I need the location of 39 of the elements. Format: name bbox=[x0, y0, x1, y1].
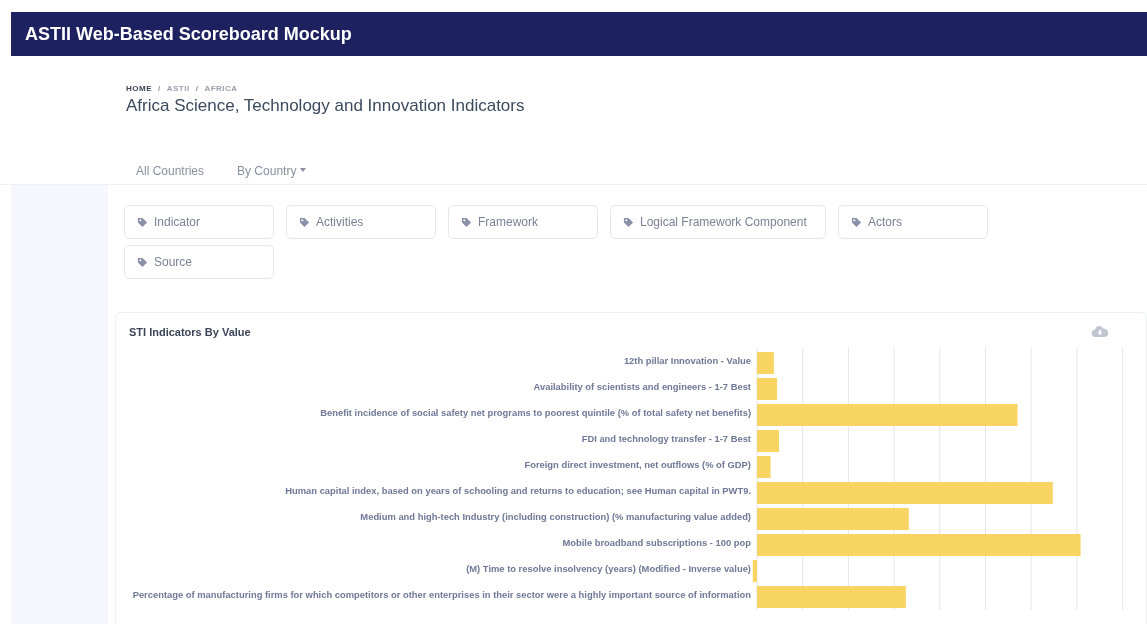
filter-button[interactable]: Activities bbox=[286, 205, 436, 239]
filter-button[interactable]: Framework bbox=[448, 205, 598, 239]
chart-title: STI Indicators By Value bbox=[129, 325, 251, 338]
tag-icon bbox=[137, 256, 148, 268]
filter-button[interactable]: Logical Framework Component bbox=[610, 205, 826, 239]
bar bbox=[757, 430, 779, 452]
app-title: ASTII Web-Based Scoreboard Mockup bbox=[25, 23, 352, 45]
breadcrumb-link[interactable]: ASTII bbox=[166, 84, 190, 93]
breadcrumb-link[interactable]: HOME bbox=[126, 84, 152, 93]
tag-icon bbox=[461, 216, 472, 228]
category-label: Availability of scientists and engineers - 1-7 Best bbox=[533, 381, 751, 392]
breadcrumb-separator: / bbox=[195, 84, 199, 93]
category-label: 12th pillar Innovation - Value bbox=[623, 355, 751, 366]
bar bbox=[752, 560, 757, 582]
page-title: Africa Science, Technology and Innovation Indicators bbox=[126, 96, 526, 116]
category-label: Medium and high-tech Industry (including construction) (% manufacturing value added) bbox=[360, 511, 751, 522]
nav-dropdown[interactable]: By Country bbox=[237, 158, 307, 184]
bar bbox=[757, 456, 771, 478]
bar bbox=[757, 378, 778, 400]
breadcrumb-link[interactable]: AFRICA bbox=[204, 84, 238, 93]
nav-link[interactable]: All Countries bbox=[136, 158, 205, 184]
filter-button[interactable]: Actors bbox=[838, 205, 988, 239]
category-label: Human capital index, based on years of schooling and returns to education; see Human capital in PWT9. bbox=[285, 485, 751, 496]
breadcrumb-separator: / bbox=[158, 84, 161, 93]
cloud-download-icon[interactable] bbox=[1091, 325, 1109, 338]
tag-icon bbox=[137, 216, 148, 228]
caret-icon bbox=[300, 168, 307, 172]
category-label: FDI and technology transfer - 1-7 Best bbox=[581, 433, 751, 444]
filter-button[interactable]: Indicator bbox=[124, 205, 274, 239]
category-label: Percentage of manufacturing firms for which competitors or other enterprises in their sector were a highly important source of information bbox=[132, 589, 751, 600]
tag-icon bbox=[851, 216, 862, 228]
category-label: Mobile broadband subscriptions - 100 pop bbox=[562, 537, 751, 548]
bar bbox=[757, 352, 774, 374]
filter-button[interactable]: Source bbox=[124, 245, 274, 279]
tag-icon bbox=[623, 216, 634, 228]
category-label: (M) Time to resolve insolvency (years) (Modified - Inverse value) bbox=[466, 563, 751, 574]
tag-icon bbox=[299, 216, 310, 228]
category-label: Benefit incidence of social safety net programs to poorest quintile (% of total safety net benefits) bbox=[320, 407, 751, 418]
category-label: Foreign direct investment, net outflows (% of GDP) bbox=[524, 459, 751, 470]
